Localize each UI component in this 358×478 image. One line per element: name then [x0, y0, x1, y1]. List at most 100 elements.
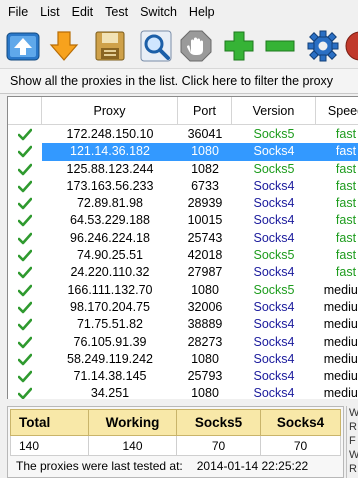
proxy-table: Proxy Port Version Speed 172.248.150.10 3… — [7, 96, 358, 399]
globe-icon[interactable] — [343, 29, 358, 63]
status-cell — [8, 385, 42, 399]
status-cell — [8, 195, 42, 212]
proxy-cell: 173.163.56.233 — [66, 178, 154, 193]
proxy-cell: 166.111.132.70 — [67, 282, 153, 297]
header-speed[interactable]: Speed — [316, 97, 358, 125]
settings-gear-icon[interactable] — [306, 29, 340, 63]
speed-cell: fast — [335, 248, 357, 263]
proxy-cell: 34.251 — [90, 386, 130, 399]
table-row[interactable]: 173.163.56.233 6733 Socks4 fast — [8, 178, 358, 195]
port-cell: 27987 — [187, 265, 223, 280]
version-cell: Socks4 — [253, 386, 295, 399]
port-cell: 42018 — [187, 248, 223, 263]
stats-header-total: Total — [10, 409, 89, 436]
stop-hand-icon[interactable] — [179, 29, 213, 63]
header-port[interactable]: Port — [178, 97, 232, 125]
menu-item-help[interactable]: Help — [189, 5, 215, 19]
checkmark-icon — [17, 387, 33, 399]
table-row[interactable]: 166.111.132.70 1080 Socks5 medium — [8, 282, 358, 299]
status-cell — [8, 334, 42, 351]
proxy-cell: 74.90.25.51 — [76, 248, 144, 263]
speed-cell: fast — [335, 230, 357, 245]
status-cell — [8, 230, 42, 247]
table-row[interactable]: 71.75.51.82 38889 Socks4 medium — [8, 316, 358, 333]
speed-cell: fast — [335, 127, 357, 141]
side-strip-letter: F — [349, 435, 356, 447]
menu-item-switch[interactable]: Switch — [140, 5, 177, 19]
speed-cell: medium — [323, 282, 358, 297]
stats-header-working: Working — [88, 409, 177, 436]
table-row[interactable]: 98.170.204.75 32006 Socks4 medium — [8, 299, 358, 316]
proxy-cell: 71.75.51.82 — [76, 317, 144, 332]
menu-item-file[interactable]: File — [8, 5, 28, 19]
status-cell — [8, 368, 42, 385]
upload-icon[interactable] — [6, 29, 40, 63]
version-cell: Socks4 — [253, 196, 295, 211]
version-cell: Socks4 — [232, 143, 316, 161]
port-cell: 1080 — [191, 282, 219, 297]
menu-item-list[interactable]: List — [40, 5, 59, 19]
proxy-cell: 72.89.81.98 — [76, 196, 144, 211]
side-panel-strip: WRFWR — [346, 406, 358, 478]
table-row[interactable]: 58.249.119.242 1080 Socks4 medium — [8, 351, 358, 368]
table-row[interactable]: 34.251 1080 Socks4 medium — [8, 385, 358, 399]
last-tested-timestamp: 2014-01-14 22:25:22 — [196, 459, 309, 473]
filter-hint-bar[interactable]: Show all the proxies in the list. Click … — [0, 68, 358, 94]
port-cell: 1080 — [178, 143, 232, 161]
stats-header-socks5: Socks5 — [176, 409, 261, 436]
last-tested-line: The proxies were last tested at: 2014-01-… — [16, 459, 308, 473]
table-row[interactable]: 76.105.91.39 28273 Socks4 medium — [8, 334, 358, 351]
speed-cell: medium — [323, 369, 358, 384]
save-icon[interactable] — [93, 29, 127, 63]
proxy-cell: 71.14.38.145 — [73, 369, 147, 384]
last-tested-label: The proxies were last tested at: — [16, 459, 183, 473]
port-cell: 1082 — [191, 161, 219, 176]
table-row[interactable]: 72.89.81.98 28939 Socks4 fast — [8, 195, 358, 212]
proxy-cell: 121.14.36.182 — [42, 143, 178, 161]
side-strip-letter: W — [349, 406, 358, 420]
speed-cell: fast — [335, 161, 357, 176]
table-row[interactable]: 172.248.150.10 36041 Socks5 fast — [8, 126, 358, 143]
header-version[interactable]: Version — [232, 97, 316, 125]
proxy-cell: 125.88.123.244 — [66, 161, 154, 176]
port-cell: 28939 — [187, 196, 223, 211]
table-row[interactable]: 74.90.25.51 42018 Socks5 fast — [8, 247, 358, 264]
status-cell — [8, 212, 42, 229]
menu-bar: File List Edit Test Switch Help — [0, 0, 358, 24]
toolbar — [0, 24, 358, 68]
add-icon[interactable] — [222, 29, 256, 63]
header-proxy[interactable]: Proxy — [42, 97, 178, 125]
version-cell: Socks4 — [253, 369, 295, 384]
speed-cell: medium — [323, 317, 358, 332]
proxy-cell: 172.248.150.10 — [66, 127, 154, 141]
search-icon[interactable] — [139, 29, 173, 63]
table-row[interactable]: 24.220.110.32 27987 Socks4 fast — [8, 264, 358, 281]
port-cell: 10015 — [187, 213, 223, 228]
table-row[interactable]: 71.14.38.145 25793 Socks4 medium — [8, 368, 358, 385]
speed-cell: fast — [316, 143, 358, 161]
speed-cell: fast — [335, 213, 357, 228]
speed-cell: fast — [335, 196, 357, 211]
status-cell — [8, 178, 42, 195]
menu-item-test[interactable]: Test — [105, 5, 128, 19]
table-row[interactable]: 64.53.229.188 10015 Socks4 fast — [8, 212, 358, 229]
side-strip-letter: R — [349, 463, 357, 475]
table-row[interactable]: 96.246.224.18 25743 Socks4 fast — [8, 230, 358, 247]
menu-item-edit[interactable]: Edit — [72, 5, 94, 19]
stats-value-socks5: 70 — [176, 435, 261, 456]
download-icon[interactable] — [47, 29, 81, 63]
header-check-column[interactable] — [8, 97, 42, 125]
side-strip-letter: W — [349, 448, 358, 462]
port-cell: 36041 — [187, 127, 223, 141]
side-strip-letter: R — [349, 421, 357, 433]
version-cell: Socks5 — [253, 161, 295, 176]
port-cell: 25793 — [187, 369, 223, 384]
proxy-cell: 64.53.229.188 — [70, 213, 150, 228]
remove-icon[interactable] — [263, 29, 297, 63]
table-row[interactable]: 121.14.36.182 1080 Socks4 fast — [8, 143, 358, 161]
proxy-cell: 58.249.119.242 — [67, 351, 153, 366]
proxy-cell: 96.246.224.18 — [70, 230, 150, 245]
status-cell — [8, 247, 42, 264]
table-row[interactable]: 125.88.123.244 1082 Socks5 fast — [8, 161, 358, 178]
status-cell — [8, 126, 42, 143]
